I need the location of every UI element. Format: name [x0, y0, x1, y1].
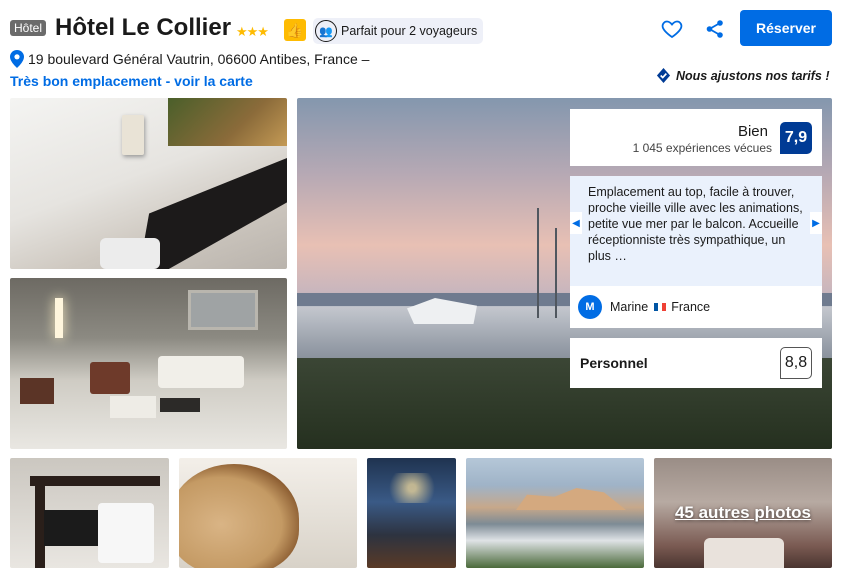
traveler-pill-label: Parfait pour 2 voyageurs [341, 24, 478, 38]
category-label: Personnel [580, 355, 648, 371]
photo-lobby-lounge[interactable] [10, 278, 287, 449]
category-score-badge: 8,8 [780, 347, 812, 379]
location-pin-icon [10, 50, 24, 68]
rating-score-badge: 7,9 [780, 122, 812, 154]
review-quote-text: Emplacement au top, facile à trouver, pr… [588, 185, 803, 263]
price-match-note: Nous ajustons nos tarifs ! [656, 68, 830, 83]
address-text: 19 boulevard Général Vautrin, 06600 Anti… [28, 51, 370, 67]
star-rating: ★★★ [236, 24, 269, 39]
address-line: 19 boulevard Général Vautrin, 06600 Anti… [10, 50, 369, 68]
reserve-button[interactable]: Réserver [740, 10, 832, 46]
photo-night-terrace[interactable] [367, 458, 456, 568]
thumbs-up-icon: 👍 [284, 19, 306, 41]
price-note-text: Nous ajustons nos tarifs ! [676, 68, 830, 83]
share-icon[interactable] [705, 19, 725, 39]
more-photos-link[interactable]: 45 autres photos [654, 458, 832, 568]
rating-card[interactable]: Bien 1 045 expériences vécues 7,9 [570, 109, 822, 166]
shield-check-icon [656, 68, 671, 83]
photo-bread[interactable] [179, 458, 357, 568]
heart-icon[interactable] [660, 17, 684, 41]
review-quote: Emplacement au top, facile à trouver, pr… [570, 176, 822, 286]
photo-marina-town[interactable] [466, 458, 644, 568]
chevron-left-icon[interactable]: ◀ [570, 212, 582, 234]
photo-room-desk[interactable] [10, 458, 169, 568]
traveler-suitability-pill: 👥 Parfait pour 2 voyageurs [313, 18, 484, 44]
couple-icon: 👥 [315, 20, 337, 42]
page-title: Hôtel Le Collier [55, 14, 232, 41]
author-name: Marine [610, 300, 649, 314]
review-author: M Marine France [570, 286, 822, 328]
property-type-badge: Hôtel [10, 20, 47, 36]
rating-count: 1 045 expériences vécues [632, 141, 772, 155]
location-map-link[interactable]: Très bon emplacement - voir la carte [10, 73, 253, 89]
chevron-right-icon[interactable]: ▶ [810, 212, 822, 234]
category-rating-card[interactable]: Personnel 8,8 [570, 338, 822, 388]
photo-room-headboard[interactable] [10, 98, 287, 269]
avatar: M [578, 295, 602, 319]
france-flag-icon [654, 303, 667, 311]
author-country: France [671, 300, 711, 314]
rating-label: Bien [737, 123, 768, 140]
